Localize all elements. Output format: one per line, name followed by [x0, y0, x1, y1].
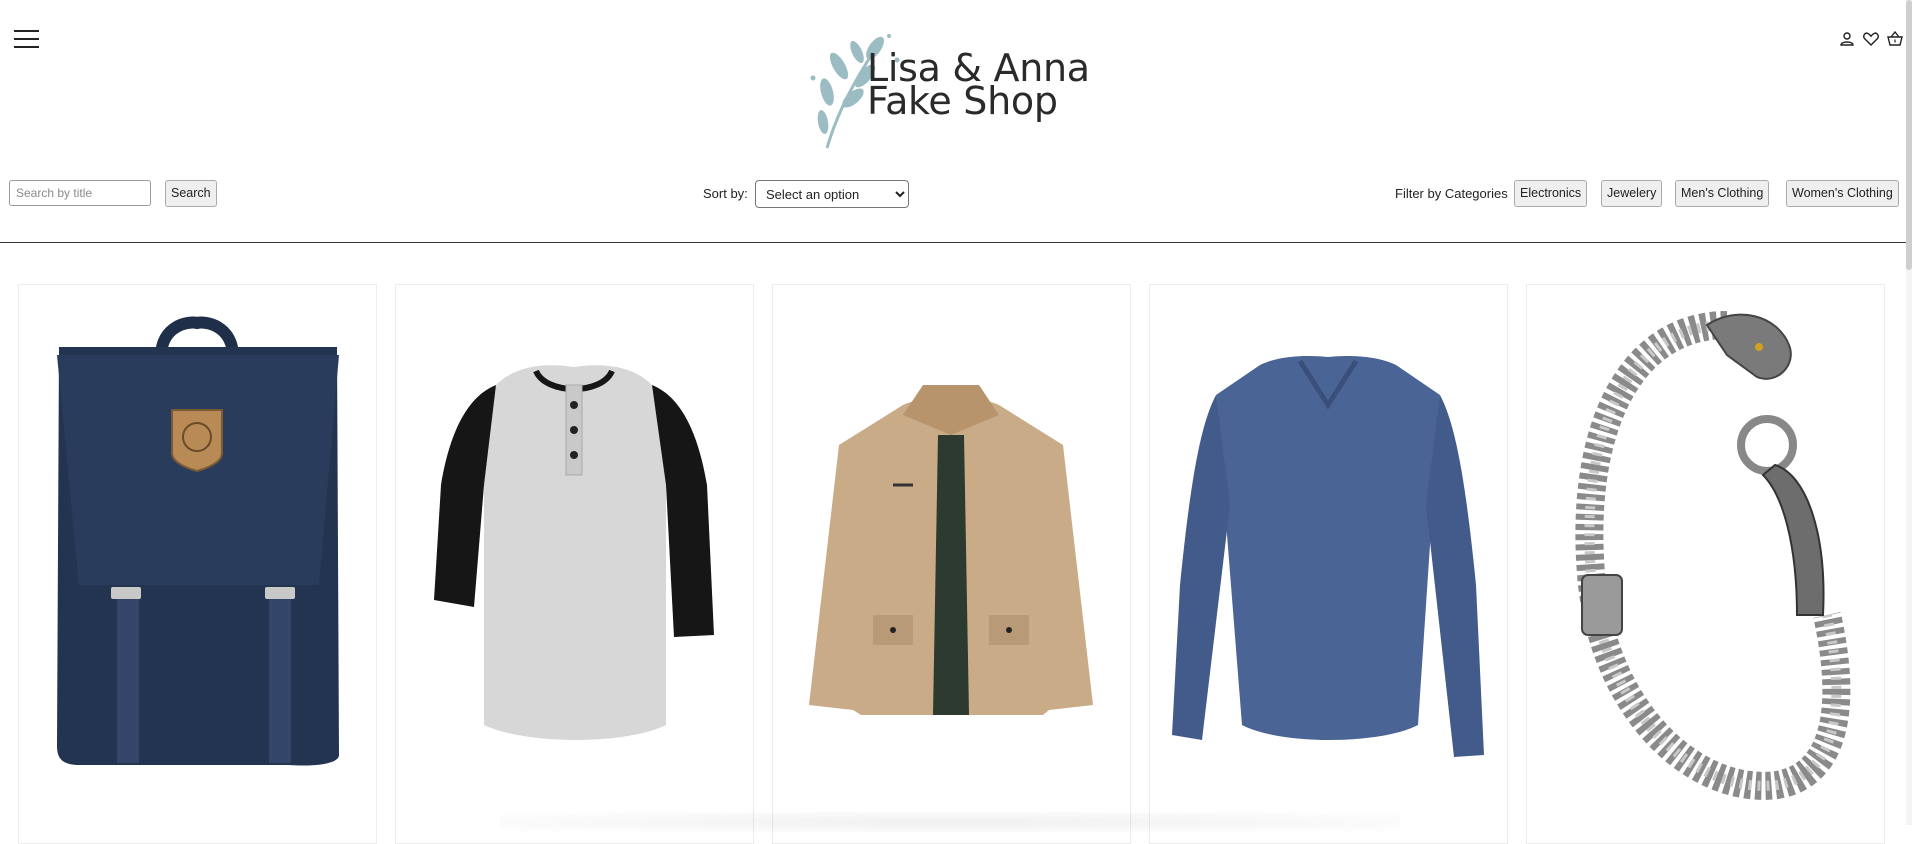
- product-image-blue-tee: [1172, 355, 1484, 757]
- page-scrollbar[interactable]: [1906, 0, 1912, 825]
- basket-icon[interactable]: [1886, 30, 1904, 48]
- sort-select[interactable]: Select an option: [755, 180, 909, 208]
- product-image-khaki-jacket: [809, 385, 1093, 715]
- hamburger-menu-icon[interactable]: [14, 30, 39, 48]
- shop-logo[interactable]: Lisa & Anna Fake Shop: [805, 28, 1090, 152]
- product-card[interactable]: [1526, 284, 1885, 844]
- product-card[interactable]: [395, 284, 754, 844]
- bottom-shadow: [500, 812, 1400, 832]
- logo-line-2: Fake Shop: [867, 79, 1058, 123]
- product-card[interactable]: [18, 284, 377, 844]
- product-image-backpack: [57, 316, 339, 766]
- product-card[interactable]: [772, 284, 1131, 844]
- toolbar: Search Sort by: Select an option Filter …: [0, 180, 1906, 208]
- sort-label: Sort by:: [703, 186, 748, 201]
- category-jewelery-button[interactable]: Jewelery: [1601, 180, 1663, 207]
- search-button[interactable]: Search: [165, 180, 217, 207]
- product-image-henley-shirt: [434, 365, 714, 740]
- header-icons: [1838, 30, 1904, 48]
- category-mens-clothing-button[interactable]: Men's Clothing: [1675, 180, 1770, 207]
- header-divider: [0, 242, 1906, 243]
- filter-label: Filter by Categories: [1395, 186, 1508, 201]
- scrollbar-thumb[interactable]: [1906, 0, 1912, 270]
- category-womens-clothing-button[interactable]: Women's Clothing: [1786, 180, 1899, 207]
- search-input[interactable]: [9, 180, 151, 206]
- user-icon[interactable]: [1838, 30, 1856, 48]
- heart-icon[interactable]: [1862, 30, 1880, 48]
- product-card[interactable]: [1149, 284, 1508, 844]
- logo-text: Lisa & Anna Fake Shop: [867, 49, 1090, 123]
- category-electronics-button[interactable]: Electronics: [1514, 180, 1588, 207]
- product-image-dragon-bracelet: [1575, 311, 1851, 800]
